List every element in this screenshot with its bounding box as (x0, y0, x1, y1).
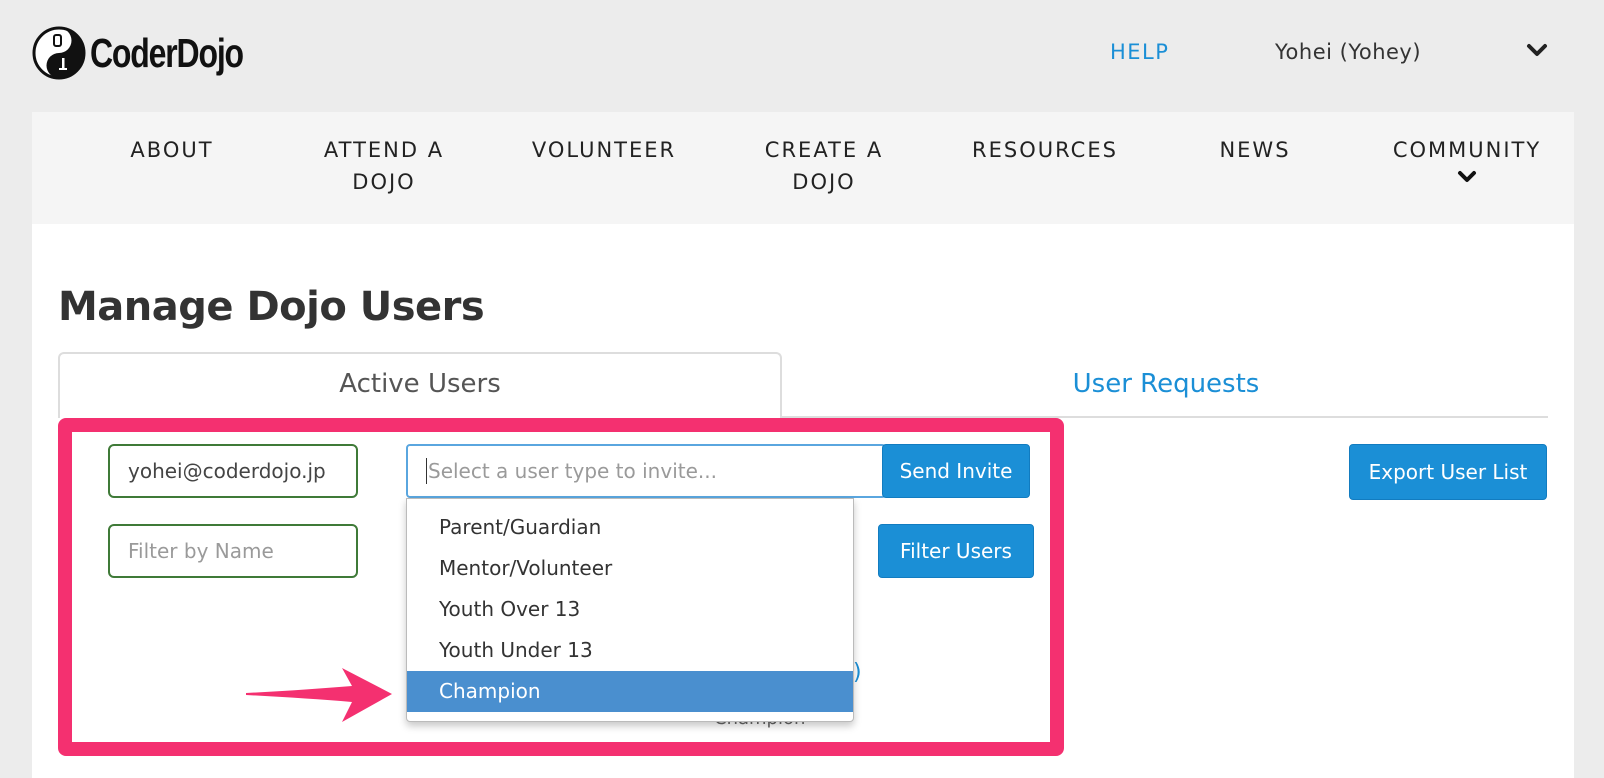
annotation-arrow-icon (246, 668, 392, 722)
logo-text: CoderDojo (90, 29, 244, 76)
nav-label: ATTEND A (323, 138, 445, 162)
site-logo[interactable]: CoderDojo (32, 25, 286, 81)
chevron-down-icon (1458, 171, 1476, 182)
nav-label: VOLUNTEER (531, 138, 677, 162)
nav-label: CREATE A (764, 138, 884, 162)
nav-label: ABOUT (130, 138, 214, 162)
nav-label: DOJO (352, 170, 416, 194)
tab-user-requests[interactable]: User Requests (784, 352, 1548, 416)
nav-attend-a-dojo[interactable]: ATTEND A DOJO (284, 134, 484, 198)
nav-create-a-dojo[interactable]: CREATE A DOJO (724, 134, 924, 198)
nav-volunteer[interactable]: VOLUNTEER (504, 134, 704, 166)
nav-community[interactable]: COMMUNITY (1372, 134, 1562, 184)
coderdojo-logo-icon (32, 26, 86, 80)
export-user-list-button[interactable]: Export User List (1349, 444, 1547, 500)
help-link[interactable]: HELP (1110, 40, 1169, 64)
chevron-down-icon[interactable] (1526, 43, 1548, 59)
nav-label: RESOURCES (972, 138, 1118, 162)
top-header: CoderDojo HELP Yohei (Yohey) (0, 0, 1604, 110)
user-menu-name[interactable]: Yohei (Yohey) (1275, 40, 1421, 64)
nav-label: COMMUNITY (1392, 138, 1542, 162)
tab-active-users[interactable]: Active Users (58, 352, 782, 418)
annotation-highlight-box (58, 418, 1064, 756)
nav-label: NEWS (1219, 138, 1291, 162)
nav-resources[interactable]: RESOURCES (932, 134, 1158, 166)
page-title: Manage Dojo Users (58, 284, 485, 330)
nav-label: DOJO (792, 170, 856, 194)
main-nav: ABOUT ATTEND A DOJO VOLUNTEER CREATE A D… (32, 112, 1574, 224)
nav-about[interactable]: ABOUT (92, 134, 252, 166)
nav-news[interactable]: NEWS (1160, 134, 1350, 166)
